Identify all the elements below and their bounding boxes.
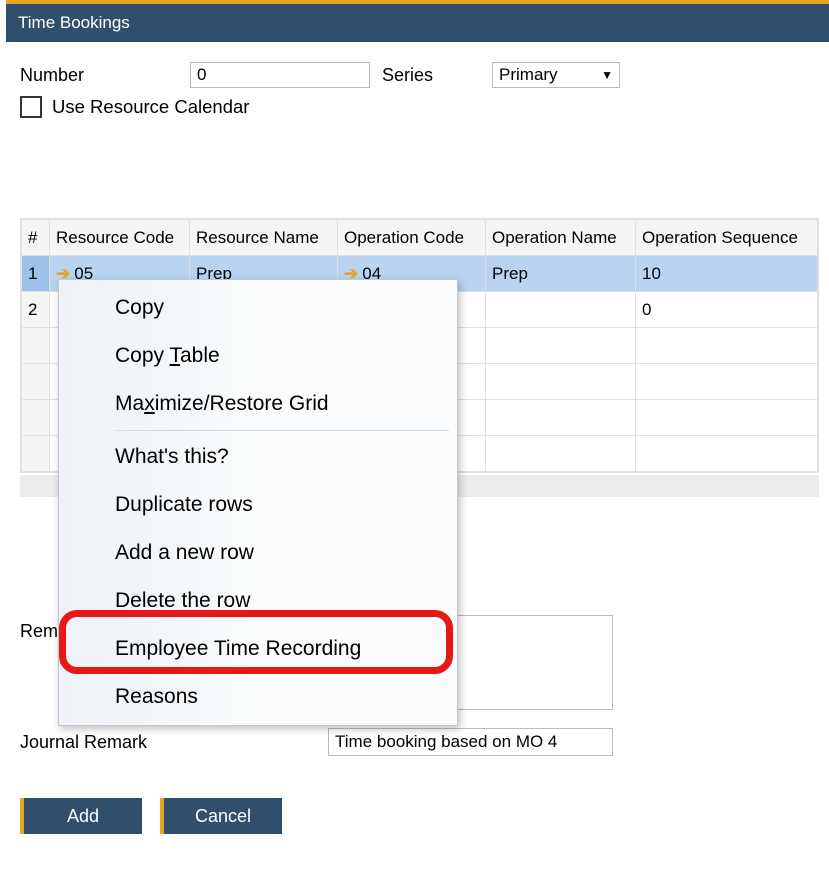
row-number: 1 — [22, 256, 50, 292]
series-label: Series — [382, 65, 492, 86]
menu-item-delete-row[interactable]: Delete the row — [59, 577, 457, 625]
menu-item-reasons[interactable]: Reasons — [59, 673, 457, 721]
use-resource-calendar-checkbox[interactable] — [20, 96, 42, 118]
use-resource-calendar-label: Use Resource Calendar — [52, 96, 249, 118]
col-header-operation-name[interactable]: Operation Name — [486, 220, 636, 256]
menu-item-whats-this[interactable]: What's this? — [59, 433, 457, 481]
journal-remark-label: Journal Remark — [20, 732, 328, 753]
context-menu: Copy Copy Table Maximize/Restore Grid Wh… — [58, 279, 458, 726]
cell-operation-sequence[interactable]: 10 — [636, 256, 818, 292]
journal-row: Journal Remark — [20, 728, 819, 756]
button-row: Add Cancel — [20, 798, 819, 834]
menu-item-employee-time-recording[interactable]: Employee Time Recording — [59, 625, 457, 673]
window-title: Time Bookings — [18, 13, 130, 33]
menu-item-copy[interactable]: Copy — [59, 284, 457, 332]
series-value: Primary — [499, 65, 558, 85]
journal-remark-input[interactable] — [328, 728, 613, 756]
chevron-down-icon: ▼ — [601, 68, 613, 82]
cell-operation-sequence[interactable]: 0 — [636, 292, 818, 328]
row-number: 2 — [22, 292, 50, 328]
col-header-operation-sequence[interactable]: Operation Sequence — [636, 220, 818, 256]
col-header-resource-code[interactable]: Resource Code — [50, 220, 190, 256]
window-titlebar: Time Bookings — [6, 4, 829, 42]
col-header-operation-code[interactable]: Operation Code — [338, 220, 486, 256]
menu-separator — [115, 430, 449, 431]
form-row-number-series: Number Series Primary ▼ — [20, 62, 819, 88]
cancel-button[interactable]: Cancel — [160, 798, 282, 834]
menu-item-maximize-restore[interactable]: Maximize/Restore Grid — [59, 380, 457, 428]
use-resource-calendar-row: Use Resource Calendar — [20, 96, 819, 118]
col-header-num[interactable]: # — [22, 220, 50, 256]
menu-item-duplicate-rows[interactable]: Duplicate rows — [59, 481, 457, 529]
menu-item-add-row[interactable]: Add a new row — [59, 529, 457, 577]
cell-operation-name[interactable]: Prep — [486, 256, 636, 292]
number-input[interactable] — [190, 62, 370, 88]
menu-item-copy-table[interactable]: Copy Table — [59, 332, 457, 380]
cell-operation-name[interactable] — [486, 292, 636, 328]
grid-header-row: # Resource Code Resource Name Operation … — [22, 220, 818, 256]
number-label: Number — [20, 65, 190, 86]
add-button[interactable]: Add — [20, 798, 142, 834]
series-select[interactable]: Primary ▼ — [492, 62, 620, 88]
col-header-resource-name[interactable]: Resource Name — [190, 220, 338, 256]
